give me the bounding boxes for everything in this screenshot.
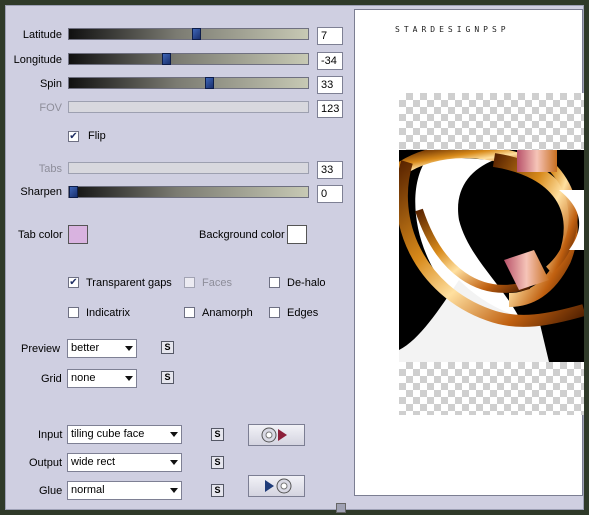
spin-value-field[interactable]: 33 bbox=[317, 76, 343, 94]
input-select-value: tiling cube face bbox=[71, 428, 145, 440]
grid-s-button[interactable]: S bbox=[161, 371, 174, 384]
de-halo-checkbox[interactable] bbox=[269, 277, 280, 288]
tabs-value-field[interactable]: 33 bbox=[317, 161, 343, 179]
check-icon: ✔ bbox=[69, 131, 78, 142]
chevron-down-icon bbox=[170, 432, 178, 437]
sharpen-slider[interactable] bbox=[68, 186, 309, 198]
grid-select[interactable]: none bbox=[67, 369, 137, 388]
sharpen-value-field[interactable]: 0 bbox=[317, 185, 343, 203]
latitude-value-field[interactable]: 7 bbox=[317, 27, 343, 45]
chevron-down-icon bbox=[125, 376, 133, 381]
spin-slider[interactable] bbox=[68, 77, 309, 89]
chevron-down-icon bbox=[125, 346, 133, 351]
latitude-label: Latitude bbox=[22, 29, 62, 41]
output-label: Output bbox=[29, 457, 63, 469]
preview-panel: STARDESIGNPSP bbox=[354, 9, 584, 496]
chevron-down-icon bbox=[170, 488, 178, 493]
de-halo-label: De-halo bbox=[287, 277, 326, 289]
anamorph-checkbox[interactable] bbox=[184, 307, 195, 318]
output-s-button[interactable]: S bbox=[211, 456, 224, 469]
chevron-down-icon bbox=[170, 460, 178, 465]
spin-label: Spin bbox=[39, 78, 62, 90]
grid-label: Grid bbox=[41, 373, 62, 385]
glue-s-button[interactable]: S bbox=[211, 484, 224, 497]
swap-output-input-button[interactable] bbox=[248, 475, 305, 497]
grid-select-value: none bbox=[71, 372, 96, 384]
tabs-slider bbox=[68, 162, 309, 174]
tab-color-swatch[interactable] bbox=[68, 225, 88, 244]
disc-to-arrow-icon bbox=[261, 427, 287, 443]
faces-label: Faces bbox=[202, 277, 232, 289]
resize-grip[interactable] bbox=[336, 503, 346, 513]
output-select-value: wide rect bbox=[71, 456, 116, 468]
tube-ring-artwork bbox=[399, 150, 584, 362]
background-color-swatch[interactable] bbox=[287, 225, 307, 244]
preview-select-value: better bbox=[71, 342, 100, 354]
longitude-value-field[interactable]: -34 bbox=[317, 52, 343, 70]
longitude-slider[interactable] bbox=[68, 53, 309, 65]
output-select[interactable]: wide rect bbox=[67, 453, 182, 472]
edges-label: Edges bbox=[287, 307, 319, 319]
preview-watermark: STARDESIGNPSP bbox=[395, 25, 510, 34]
preview-select[interactable]: better bbox=[67, 339, 137, 358]
faces-checkbox bbox=[184, 277, 195, 288]
latitude-slider[interactable] bbox=[68, 28, 309, 40]
glue-select[interactable]: normal bbox=[67, 481, 182, 500]
indicatrix-label: Indicatrix bbox=[86, 307, 131, 319]
latitude-slider-thumb[interactable] bbox=[192, 28, 201, 40]
flip-checkbox[interactable]: ✔ bbox=[68, 131, 79, 142]
glue-label: Glue bbox=[39, 485, 63, 497]
plugin-dialog: Latitude 7 Longitude -34 Spin 33 FOV 123… bbox=[5, 5, 584, 513]
fov-label: FOV bbox=[39, 102, 62, 114]
transparency-checkerboard-bottom bbox=[399, 362, 584, 415]
transparent-gaps-checkbox[interactable]: ✔ bbox=[68, 277, 79, 288]
longitude-label: Longitude bbox=[13, 54, 62, 66]
input-s-button[interactable]: S bbox=[211, 428, 224, 441]
sharpen-slider-thumb[interactable] bbox=[69, 186, 78, 198]
spin-slider-thumb[interactable] bbox=[205, 77, 214, 89]
anamorph-label: Anamorph bbox=[202, 307, 253, 319]
transparency-checkerboard-top bbox=[399, 93, 584, 150]
edges-checkbox[interactable] bbox=[269, 307, 280, 318]
preview-image bbox=[399, 150, 584, 362]
input-label: Input bbox=[38, 429, 63, 441]
glue-select-value: normal bbox=[71, 484, 105, 496]
preview-label: Preview bbox=[21, 343, 61, 355]
background-color-label: Background color bbox=[199, 229, 285, 241]
fov-value-field[interactable]: 123 bbox=[317, 100, 343, 118]
sharpen-label: Sharpen bbox=[20, 186, 62, 198]
longitude-slider-thumb[interactable] bbox=[162, 53, 171, 65]
transparent-gaps-label: Transparent gaps bbox=[86, 277, 172, 289]
preview-s-button[interactable]: S bbox=[161, 341, 174, 354]
fov-slider bbox=[68, 101, 309, 113]
flip-label: Flip bbox=[88, 130, 106, 142]
swap-input-output-button[interactable] bbox=[248, 424, 305, 446]
arrow-to-disc-icon bbox=[265, 478, 292, 494]
tab-color-label: Tab color bbox=[18, 229, 63, 241]
tabs-label: Tabs bbox=[38, 163, 62, 175]
input-select[interactable]: tiling cube face bbox=[67, 425, 182, 444]
indicatrix-checkbox[interactable] bbox=[68, 307, 79, 318]
check-icon: ✔ bbox=[69, 277, 78, 288]
